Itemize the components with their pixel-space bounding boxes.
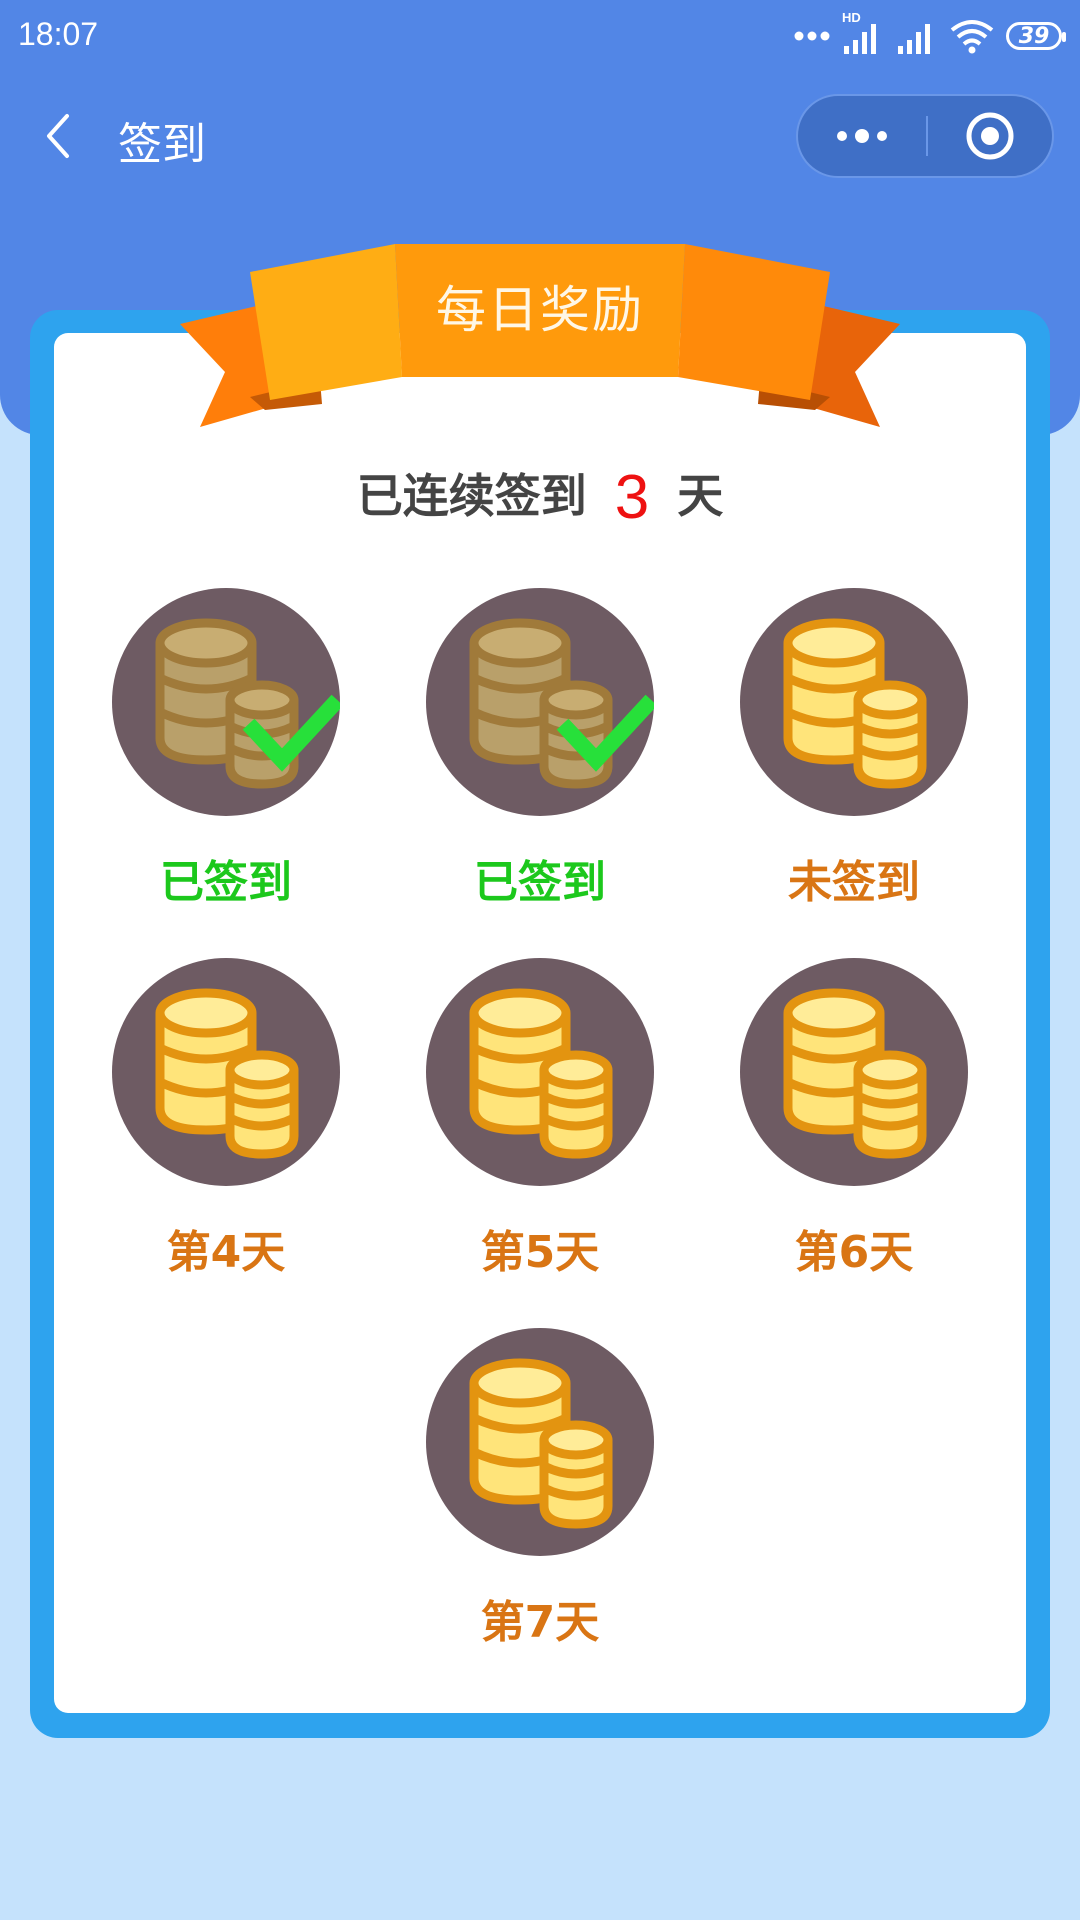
- hd-signal-icon: HD: [842, 10, 884, 56]
- capsule-menu: [796, 94, 1054, 178]
- day-label: 已签到: [160, 857, 292, 908]
- more-button[interactable]: [798, 96, 926, 176]
- coins-icon: [740, 588, 968, 816]
- more-dots-status-icon: [794, 31, 830, 41]
- status-time: 18:07: [18, 16, 99, 52]
- chevron-left-icon: [47, 114, 69, 158]
- day-item-6[interactable]: 第6天: [728, 958, 968, 1298]
- signal-icon: [898, 24, 930, 54]
- status-icons: HD 39: [794, 10, 1066, 58]
- coins-icon: [426, 1328, 654, 1556]
- battery-icon: 39: [1006, 22, 1066, 50]
- coins-checked-icon: [112, 588, 340, 816]
- page-title: 签到: [118, 119, 206, 170]
- coins-icon: [740, 958, 968, 1186]
- day-item-2[interactable]: 已签到: [414, 588, 654, 928]
- day-label: 未签到: [788, 857, 920, 908]
- battery-level: 39: [1018, 23, 1050, 49]
- day-label: 第6天: [794, 1227, 914, 1278]
- day-item-7[interactable]: 第7天: [414, 1328, 654, 1668]
- day-label: 第7天: [480, 1597, 600, 1648]
- day-label: 已签到: [474, 857, 606, 908]
- streak-summary: 已连续签到 3 天: [54, 460, 1026, 533]
- streak-prefix: 已连续签到: [356, 469, 587, 523]
- more-dots-icon: [837, 129, 887, 143]
- wifi-icon: [950, 20, 994, 54]
- day-label: 第4天: [166, 1227, 286, 1278]
- day-item-1[interactable]: 已签到: [100, 588, 340, 928]
- close-button[interactable]: [928, 96, 1052, 176]
- day-item-4[interactable]: 第4天: [100, 958, 340, 1298]
- day-item-3[interactable]: 未签到: [728, 588, 968, 928]
- day-item-5[interactable]: 第5天: [414, 958, 654, 1298]
- banner-title: 每日奖励: [436, 281, 644, 339]
- streak-count: 3: [614, 463, 650, 532]
- streak-suffix: 天: [677, 469, 724, 523]
- day-label: 第5天: [480, 1227, 600, 1278]
- coins-checked-icon: [426, 588, 654, 816]
- target-close-icon: [966, 112, 1014, 160]
- coins-icon: [426, 958, 654, 1186]
- status-bar: 18:07 HD 39: [0, 0, 1080, 70]
- coins-icon: [112, 958, 340, 1186]
- back-button[interactable]: [28, 100, 88, 172]
